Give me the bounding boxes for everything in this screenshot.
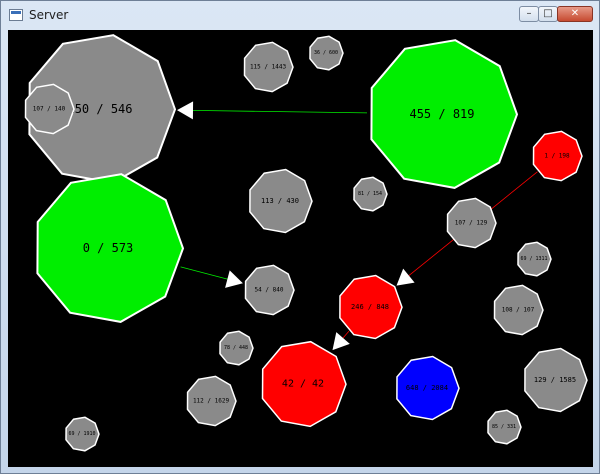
- window-title: Server: [29, 8, 69, 22]
- planet-node[interactable]: 85 / 331: [487, 409, 522, 445]
- game-canvas[interactable]: 150 / 546 107 / 140 115 / 1443 36 / 600 455 …: [8, 30, 593, 467]
- planet-node[interactable]: 107 / 140: [24, 83, 75, 135]
- planet-node[interactable]: 54 / 840: [244, 264, 295, 316]
- planet-label: 455 / 819: [409, 107, 474, 121]
- close-button[interactable]: ✕: [557, 6, 593, 22]
- planet-label: 36 / 600: [314, 50, 338, 56]
- planet-node[interactable]: 648 / 2084: [396, 355, 460, 421]
- planet-label: 78 / 448: [224, 345, 248, 351]
- planet-label: 108 / 107: [502, 307, 535, 314]
- maximize-button[interactable]: □: [538, 6, 558, 22]
- planet-node[interactable]: 129 / 1585: [524, 347, 588, 413]
- planet-label: 1 / 198: [544, 153, 570, 160]
- planet-node[interactable]: 108 / 107: [493, 284, 544, 336]
- planet-label: 54 / 840: [255, 287, 284, 294]
- planet-label: 150 / 546: [67, 102, 132, 116]
- planet-node[interactable]: 115 / 1443: [243, 41, 294, 93]
- server-window: Server – □ ✕ 150 / 546 107 / 140 115 / 144…: [0, 0, 600, 474]
- planet-label: 648 / 2084: [406, 384, 448, 392]
- planet-node[interactable]: 113 / 430: [249, 168, 313, 234]
- planet-label: 0 / 573: [83, 241, 134, 255]
- fleet-arrow-icon: [177, 101, 194, 120]
- planet-node[interactable]: 81 / 154: [353, 176, 388, 212]
- planet-node[interactable]: 455 / 819: [370, 39, 519, 189]
- planet-label: 113 / 430: [261, 197, 299, 205]
- planet-label: 42 / 42: [282, 379, 324, 390]
- planet-node[interactable]: 69 / 1311: [517, 241, 552, 277]
- planet-node[interactable]: 78 / 448: [219, 330, 254, 366]
- planet-label: 69 / 1311: [520, 256, 547, 262]
- planet-node[interactable]: 0 / 573: [36, 173, 185, 323]
- planet-label: 69 / 1910: [68, 431, 95, 437]
- app-window-icon: [9, 9, 23, 21]
- planet-label: 107 / 129: [455, 220, 488, 227]
- planet-label: 85 / 331: [492, 424, 516, 430]
- minimize-button[interactable]: –: [519, 6, 539, 22]
- planet-node[interactable]: 246 / 848: [339, 274, 403, 340]
- fleet-link: [180, 266, 228, 280]
- planet-label: 107 / 140: [33, 106, 66, 113]
- planet-label: 81 / 154: [358, 191, 382, 197]
- planet-node[interactable]: 69 / 1910: [65, 416, 100, 452]
- fleet-link: [342, 330, 350, 339]
- planet-label: 129 / 1585: [534, 376, 576, 384]
- game-board[interactable]: 150 / 546107 / 140 115 / 1443 36 / 600 455 …: [8, 30, 593, 467]
- planet-node[interactable]: 1 / 198: [532, 130, 583, 182]
- planet-node[interactable]: 112 / 1629: [186, 375, 237, 427]
- fleet-arrow-icon: [225, 270, 243, 288]
- planet-node[interactable]: 36 / 600: [309, 35, 344, 71]
- planet-label: 112 / 1629: [193, 398, 230, 405]
- planet-label: 246 / 848: [351, 303, 389, 311]
- planet-label: 115 / 1443: [250, 64, 287, 71]
- fleet-arrow-icon: [332, 332, 350, 351]
- nodes-layer: 150 / 546107 / 140 115 / 1443 36 / 600 455 …: [24, 34, 588, 452]
- planet-node[interactable]: 107 / 129: [446, 197, 497, 249]
- fleet-link: [192, 110, 368, 114]
- planet-node[interactable]: 42 / 42: [261, 340, 347, 428]
- title-bar[interactable]: Server – □ ✕: [1, 1, 599, 29]
- fleet-arrow-icon: [396, 268, 415, 286]
